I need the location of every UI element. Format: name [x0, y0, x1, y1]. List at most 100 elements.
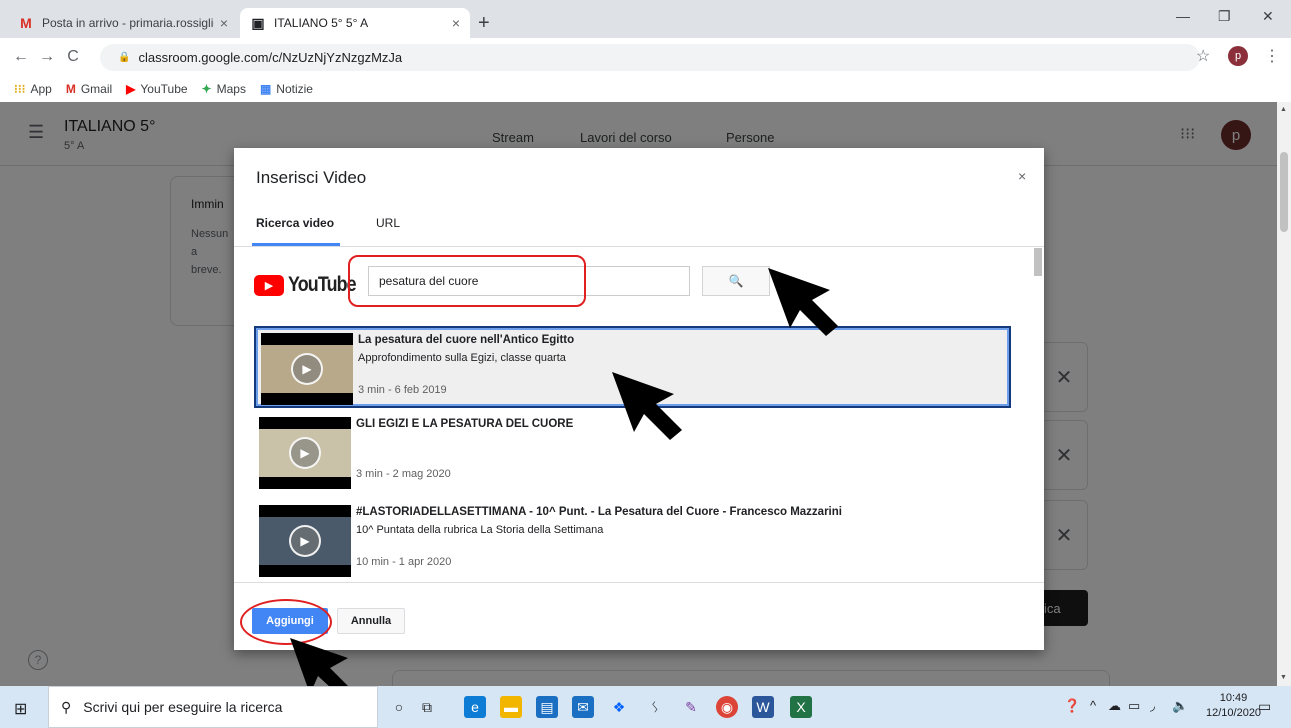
tab-ricerca-video[interactable]: Ricerca video — [256, 216, 334, 230]
bookmark-youtube[interactable]: ▶ YouTube — [126, 82, 187, 96]
bookmark-label: YouTube — [140, 82, 188, 96]
restore-button[interactable]: ❐ — [1218, 8, 1231, 25]
word-icon[interactable]: W — [752, 696, 774, 718]
youtube-wordmark: YouTube — [288, 273, 357, 296]
new-tab-button[interactable]: + — [478, 12, 490, 35]
youtube-play-icon: ▶ — [254, 274, 284, 296]
news-icon: ▦ — [259, 82, 272, 96]
bookmark-label: Maps — [216, 82, 246, 96]
tab-url[interactable]: URL — [376, 216, 400, 230]
tab-title: ITALIANO 5° 5° A — [274, 16, 369, 30]
minimize-button[interactable]: — — [1176, 8, 1190, 24]
play-icon: ▶ — [291, 353, 323, 385]
volume-icon[interactable]: 🔈 — [1172, 698, 1188, 714]
bookmark-label: App — [30, 82, 52, 96]
bookmarks-bar: ⁝⁝⁝ App M Gmail ▶ YouTube ✦ Maps ▦ Notiz… — [0, 76, 1291, 102]
dropbox-icon[interactable]: ❖ — [608, 696, 630, 718]
play-icon: ▶ — [289, 525, 321, 557]
file-explorer-icon[interactable]: ▬ — [500, 696, 522, 718]
forward-button[interactable]: → — [34, 48, 60, 66]
tab-classroom[interactable]: ▣ ITALIANO 5° 5° A × — [240, 8, 470, 38]
bookmark-label: Gmail — [80, 82, 113, 96]
chevron-up-icon[interactable]: ^ — [1090, 698, 1096, 713]
browser-tab-bar: M Posta in arrivo - primaria.rossiglio ×… — [0, 0, 1291, 38]
bookmark-label: Notizie — [276, 82, 313, 96]
search-icon: 🔍 — [728, 274, 744, 288]
tab-gmail[interactable]: M Posta in arrivo - primaria.rossiglio × — [8, 8, 238, 38]
browser-menu-icon[interactable]: ⋮ — [1264, 46, 1280, 66]
gmail-icon: M — [20, 15, 32, 31]
gmail-icon: M — [65, 82, 76, 96]
window-close-button[interactable]: ✕ — [1262, 8, 1274, 25]
bookmark-maps[interactable]: ✦ Maps — [202, 82, 246, 96]
video-thumbnail: ▶ — [259, 505, 351, 577]
video-title: GLI EGIZI E LA PESATURA DEL CUORE — [356, 418, 574, 430]
task-view-icon[interactable]: ⧉ — [416, 696, 438, 718]
system-clock[interactable]: 10:49 12/10/2020 — [1206, 691, 1261, 721]
video-meta: 3 min - 2 mag 2020 — [356, 468, 451, 480]
youtube-icon: ▶ — [126, 82, 136, 96]
taskbar-search-placeholder: Scrivi qui per eseguire la ricerca — [83, 699, 283, 715]
close-icon[interactable]: × — [220, 15, 228, 31]
app-icon[interactable]: ᛊ — [644, 696, 666, 718]
paint-icon[interactable]: ✎ — [680, 696, 702, 718]
page-scrollbar[interactable]: ▲ ▼ — [1277, 102, 1291, 686]
video-title: La pesatura del cuore nell'Antico Egitto — [358, 334, 575, 346]
scroll-up-icon[interactable]: ▲ — [1280, 106, 1287, 113]
video-meta: 10 min - 1 apr 2020 — [356, 556, 452, 568]
cancel-button[interactable]: Annulla — [337, 608, 405, 634]
excel-icon[interactable]: X — [790, 696, 812, 718]
close-icon[interactable]: × — [452, 15, 460, 31]
browser-toolbar: ← → C 🔒 classroom.google.com/c/NzUzNjYzN… — [0, 38, 1291, 76]
wifi-icon[interactable]: ◞ — [1150, 698, 1155, 714]
video-description: Approfondimento sulla Egizi, classe quar… — [358, 352, 566, 364]
profile-avatar[interactable]: p — [1228, 46, 1248, 66]
video-thumbnail: ▶ — [261, 333, 353, 405]
tab-title: Posta in arrivo - primaria.rossiglio — [42, 16, 214, 30]
video-meta: 3 min - 6 feb 2019 — [358, 384, 447, 396]
maps-icon: ✦ — [201, 82, 212, 96]
clock-date: 12/10/2020 — [1206, 707, 1262, 719]
video-result[interactable]: ▶ #LASTORIADELLASETTIMANA - 10^ Punt. - … — [254, 500, 1011, 582]
video-description: 10^ Puntata della rubrica La Storia dell… — [356, 524, 604, 536]
store-icon[interactable]: ▤ — [536, 696, 558, 718]
onedrive-icon[interactable]: ☁ — [1108, 698, 1121, 714]
notification-icon[interactable]: ▭ — [1258, 698, 1271, 715]
classroom-icon: ▣ — [251, 14, 265, 31]
clock-time: 10:49 — [1219, 692, 1248, 704]
chrome-icon[interactable]: ◉ — [716, 696, 738, 718]
video-title: #LASTORIADELLASETTIMANA - 10^ Punt. - La… — [356, 506, 842, 518]
network-icon[interactable]: ▭ — [1128, 698, 1140, 714]
scroll-down-icon[interactable]: ▼ — [1280, 674, 1287, 681]
search-icon: ⚲ — [61, 698, 72, 715]
bookmark-app[interactable]: ⁝⁝⁝ App — [14, 82, 52, 96]
mail-icon[interactable]: ✉ — [572, 696, 594, 718]
url-text: classroom.google.com/c/NzUzNjYzNzgzMzJa — [138, 50, 403, 65]
divider — [234, 246, 1044, 247]
bookmark-notizie[interactable]: ▦ Notizie — [260, 82, 313, 96]
edge-icon[interactable]: e — [464, 696, 486, 718]
arrow-pointer-annotation — [612, 372, 682, 440]
taskbar-search[interactable]: ⚲ Scrivi qui per eseguire la ricerca — [48, 686, 378, 728]
address-bar[interactable]: 🔒 classroom.google.com/c/NzUzNjYzNzgzMzJ… — [100, 44, 1200, 71]
windows-taskbar: ⊞ ⚲ Scrivi qui per eseguire la ricerca ○… — [0, 686, 1291, 728]
cortana-icon[interactable]: ○ — [388, 696, 410, 718]
lock-icon: 🔒 — [118, 52, 131, 63]
bookmark-gmail[interactable]: M Gmail — [66, 82, 112, 96]
arrow-pointer-annotation — [768, 268, 838, 336]
search-button[interactable]: 🔍 — [702, 266, 770, 296]
windows-start-icon[interactable]: ⊞ — [14, 699, 27, 719]
scrollbar-thumb[interactable] — [1034, 248, 1042, 276]
reload-button[interactable]: C — [60, 48, 86, 66]
bookmark-star-icon[interactable]: ☆ — [1196, 46, 1210, 66]
video-thumbnail: ▶ — [259, 417, 351, 489]
play-icon: ▶ — [289, 437, 321, 469]
back-button[interactable]: ← — [8, 48, 34, 66]
dialog-close-icon[interactable]: × — [1018, 168, 1026, 184]
help-tray-icon[interactable]: ❓ — [1064, 698, 1080, 714]
dialog-title: Inserisci Video — [256, 168, 367, 187]
results-scrollbar[interactable] — [1034, 248, 1042, 582]
scrollbar-thumb[interactable] — [1280, 152, 1288, 232]
search-highlight-annotation — [348, 255, 586, 307]
grid-icon: ⁝⁝⁝ — [14, 82, 26, 96]
